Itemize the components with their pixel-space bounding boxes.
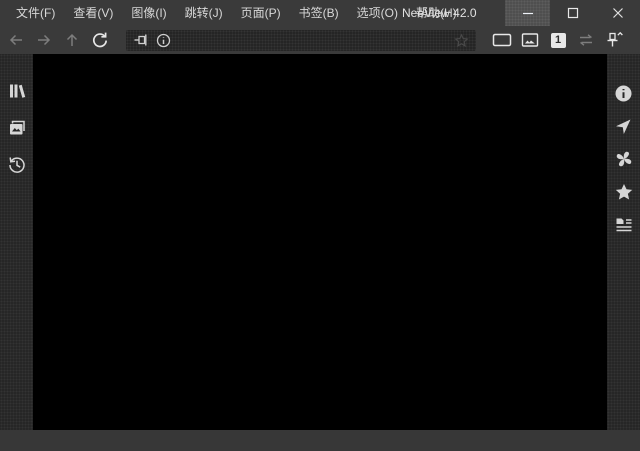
maximize-icon (567, 7, 579, 19)
address-bar[interactable] (126, 30, 476, 51)
menu-file[interactable]: 文件(F) (7, 0, 64, 26)
menubar: 文件(F) 查看(V) 图像(I) 跳转(J) 页面(P) 书签(B) 选项(O… (0, 0, 466, 26)
navigate-icon (614, 117, 633, 136)
image-view-icon (521, 32, 539, 48)
menu-bookmark[interactable]: 书签(B) (290, 0, 348, 26)
close-button[interactable] (595, 0, 640, 26)
pagelist-panel-button[interactable] (612, 214, 636, 236)
left-panel-bar (0, 54, 33, 430)
up-arrow-icon (63, 31, 81, 49)
page-mode-button[interactable]: 1 (544, 27, 572, 53)
titlebar: 文件(F) 查看(V) 图像(I) 跳转(J) 页面(P) 书签(B) 选项(O… (0, 0, 640, 26)
effect-panel-button[interactable] (612, 148, 636, 170)
info-icon (614, 84, 633, 103)
close-icon (612, 7, 624, 19)
swap-direction-icon (577, 32, 595, 48)
maximize-button[interactable] (550, 0, 595, 26)
right-panel-bar (607, 54, 640, 430)
image-canvas[interactable] (33, 54, 607, 430)
image-view-button[interactable] (516, 27, 544, 53)
refresh-button[interactable] (86, 27, 114, 53)
view-button-group: 1 (488, 27, 628, 53)
history-icon (7, 155, 27, 175)
menu-jump[interactable]: 跳转(J) (176, 0, 232, 26)
nav-button-group (2, 27, 114, 53)
album-panel-button[interactable] (5, 117, 29, 139)
frame-view-icon (492, 32, 512, 48)
pin-menu-button[interactable] (600, 27, 628, 53)
bookmark-icon (614, 182, 634, 202)
menu-page[interactable]: 页面(P) (232, 0, 290, 26)
pagelist-icon (614, 216, 634, 234)
forward-arrow-icon (35, 31, 53, 49)
info-circle-icon[interactable] (156, 33, 171, 48)
forward-button[interactable] (30, 27, 58, 53)
bookshelf-icon (7, 81, 27, 101)
page-slider-bar (0, 430, 640, 451)
back-button[interactable] (2, 27, 30, 53)
album-icon (7, 118, 27, 138)
pin-horizontal-icon[interactable] (133, 32, 149, 48)
toolbar: 1 (0, 26, 640, 54)
menu-options[interactable]: 选项(O) (348, 0, 407, 26)
minimize-icon (522, 7, 534, 19)
menu-view[interactable]: 查看(V) (64, 0, 122, 26)
bookmark-star-icon[interactable] (454, 33, 469, 48)
frame-view-button[interactable] (488, 27, 516, 53)
navigate-panel-button[interactable] (612, 115, 636, 137)
bookshelf-panel-button[interactable] (5, 80, 29, 102)
page-mode-1-icon: 1 (551, 33, 566, 48)
swap-direction-button[interactable] (572, 27, 600, 53)
up-button[interactable] (58, 27, 86, 53)
history-panel-button[interactable] (5, 154, 29, 176)
menu-image[interactable]: 图像(I) (122, 0, 175, 26)
info-panel-button[interactable] (612, 82, 636, 104)
window-controls (505, 0, 640, 26)
bookmark-panel-button[interactable] (612, 181, 636, 203)
refresh-icon (91, 31, 109, 49)
pin-menu-icon (604, 31, 624, 49)
window-title: NeeView 42.0 (402, 0, 477, 26)
effect-pinwheel-icon (614, 149, 634, 169)
back-arrow-icon (7, 31, 25, 49)
minimize-button[interactable] (505, 0, 550, 26)
